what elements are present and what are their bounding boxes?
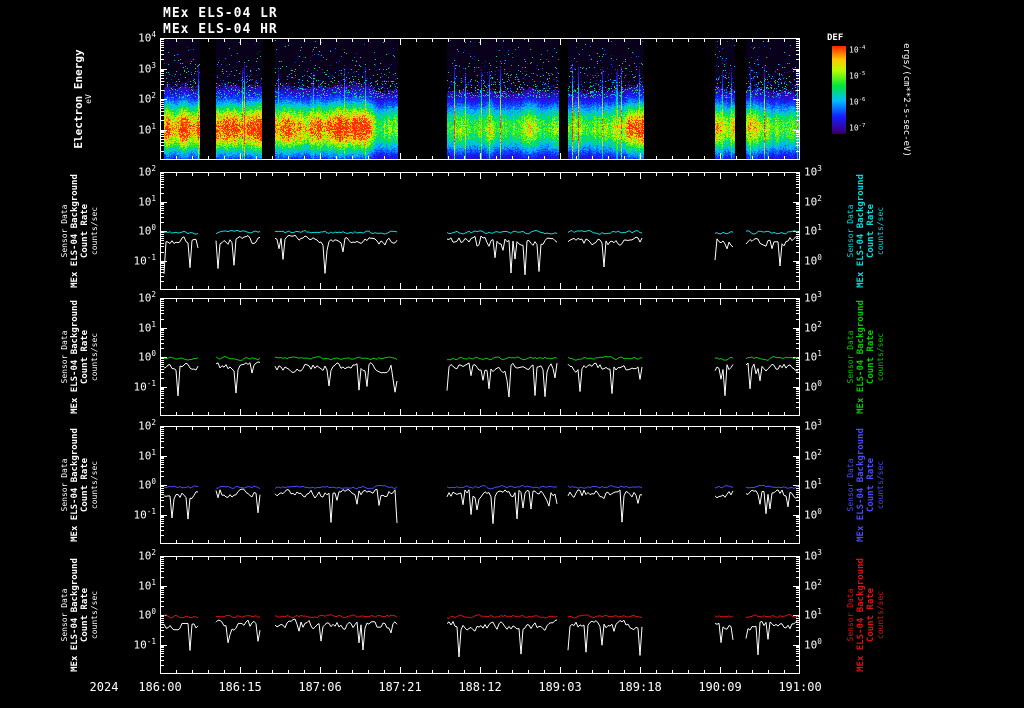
panel-4-right-tick-1: 102 [804, 577, 822, 592]
x-axis-tick-1: 186:15 [218, 680, 262, 694]
colorbar-title: DEF [827, 33, 844, 43]
x-axis-tick-7: 190:09 [698, 680, 742, 694]
spectrogram-y-tick-1: 103 [138, 60, 156, 75]
panel-3-left-tick-2: 100 [138, 476, 156, 492]
panel-3-left-tick-0: 102 [138, 417, 156, 433]
panel-2-left-tick-2: 100 [138, 348, 156, 364]
spectrogram-figure: MEx ELS-04 LR MEx ELS-04 HR DEF ergs/(cm… [0, 0, 1024, 708]
count-rate-panel-cyan-canvas [160, 172, 800, 290]
colorbar-tick-0: 10-4 [849, 44, 866, 55]
def-colorbar [832, 46, 846, 134]
plot-title-hr: MEx ELS-04 HR [163, 22, 278, 37]
panel-2-left-tick-1: 101 [138, 319, 156, 334]
panel-2-right-axis-label: Sensor Data MEx ELS-04 Background Count Ra… [846, 300, 885, 414]
panel-3-right-tick-3: 100 [804, 506, 822, 521]
panel-1-right-tick-1: 102 [804, 193, 822, 208]
panel-1-right-axis-label: Sensor Data MEx ELS-04 Background Count Ra… [846, 174, 885, 288]
x-axis-tick-5: 189:03 [538, 680, 582, 694]
panel-4-right-tick-2: 101 [804, 606, 822, 622]
panel-1-right-tick-3: 100 [804, 252, 822, 267]
x-axis-year-label: 2024 [89, 680, 119, 694]
panel-3-right-tick-2: 101 [804, 476, 822, 492]
spectrogram-y-tick-0: 104 [138, 29, 156, 45]
spectrogram-y-tick-2: 102 [138, 90, 156, 106]
panel-3-left-tick-1: 101 [138, 447, 156, 462]
panel-2-left-tick-3: 10-1 [133, 378, 156, 393]
panel-4-left-tick-2: 100 [138, 606, 156, 622]
x-axis-tick-0: 186:00 [138, 680, 182, 694]
colorbar-unit-label: ergs/(cm**2-s-sec-eV) [901, 43, 911, 157]
panel-1-left-axis-label: Sensor Data MEx ELS-04 Background Count Ra… [60, 174, 99, 288]
panel-1-left-tick-1: 101 [138, 193, 156, 208]
panel-1-left-tick-3: 10-1 [133, 252, 156, 267]
panel-2-right-tick-1: 102 [804, 319, 822, 334]
panel-2-right-tick-2: 101 [804, 348, 822, 364]
count-rate-panel-red-canvas [160, 556, 800, 674]
colorbar-tick-3: 10-7 [849, 122, 866, 133]
panel-4-left-axis-label: Sensor Data MEx ELS-04 Background Count Ra… [60, 558, 99, 672]
spectrogram-y-tick-3: 101 [138, 121, 156, 136]
panel-3-left-tick-3: 10-1 [133, 506, 156, 521]
x-axis-tick-6: 189:18 [618, 680, 662, 694]
panel-3-left-axis-label: Sensor Data MEx ELS-04 Background Count Ra… [60, 428, 99, 542]
x-axis-tick-2: 187:06 [298, 680, 342, 694]
count-rate-panel-blue-canvas [160, 426, 800, 544]
panel-1-left-tick-0: 102 [138, 163, 156, 179]
count-rate-panel-green-canvas [160, 298, 800, 416]
panel-2-left-tick-0: 102 [138, 289, 156, 305]
panel-2-right-tick-0: 103 [804, 289, 822, 305]
panel-4-left-tick-0: 102 [138, 547, 156, 563]
panel-4-right-tick-3: 100 [804, 636, 822, 651]
x-axis-tick-3: 187:21 [378, 680, 422, 694]
panel-3-right-tick-1: 102 [804, 447, 822, 462]
panel-2-left-axis-label: Sensor Data MEx ELS-04 Background Count Ra… [60, 300, 99, 414]
panel-1-right-tick-0: 103 [804, 163, 822, 179]
panel-3-right-axis-label: Sensor Data MEx ELS-04 Background Count Ra… [846, 428, 885, 542]
panel-4-left-tick-3: 10-1 [133, 636, 156, 651]
panel-4-right-tick-0: 103 [804, 547, 822, 563]
x-axis-tick-8: 191:00 [778, 680, 822, 694]
colorbar-tick-1: 10-5 [849, 70, 866, 81]
panel-2-right-tick-3: 100 [804, 378, 822, 393]
panel-3-right-tick-0: 103 [804, 417, 822, 433]
panel-4-right-axis-label: Sensor Data MEx ELS-04 Background Count Ra… [846, 558, 885, 672]
electron-energy-spectrogram-canvas [160, 38, 800, 160]
colorbar-tick-2: 10-6 [849, 96, 866, 107]
panel-1-right-tick-2: 101 [804, 222, 822, 238]
panel-4-left-tick-1: 101 [138, 577, 156, 592]
plot-title-lr: MEx ELS-04 LR [163, 6, 278, 21]
panel-1-left-tick-2: 100 [138, 222, 156, 238]
spectrogram-y-axis-label: Electron Energy eV [72, 49, 93, 149]
x-axis-tick-4: 188:12 [458, 680, 502, 694]
